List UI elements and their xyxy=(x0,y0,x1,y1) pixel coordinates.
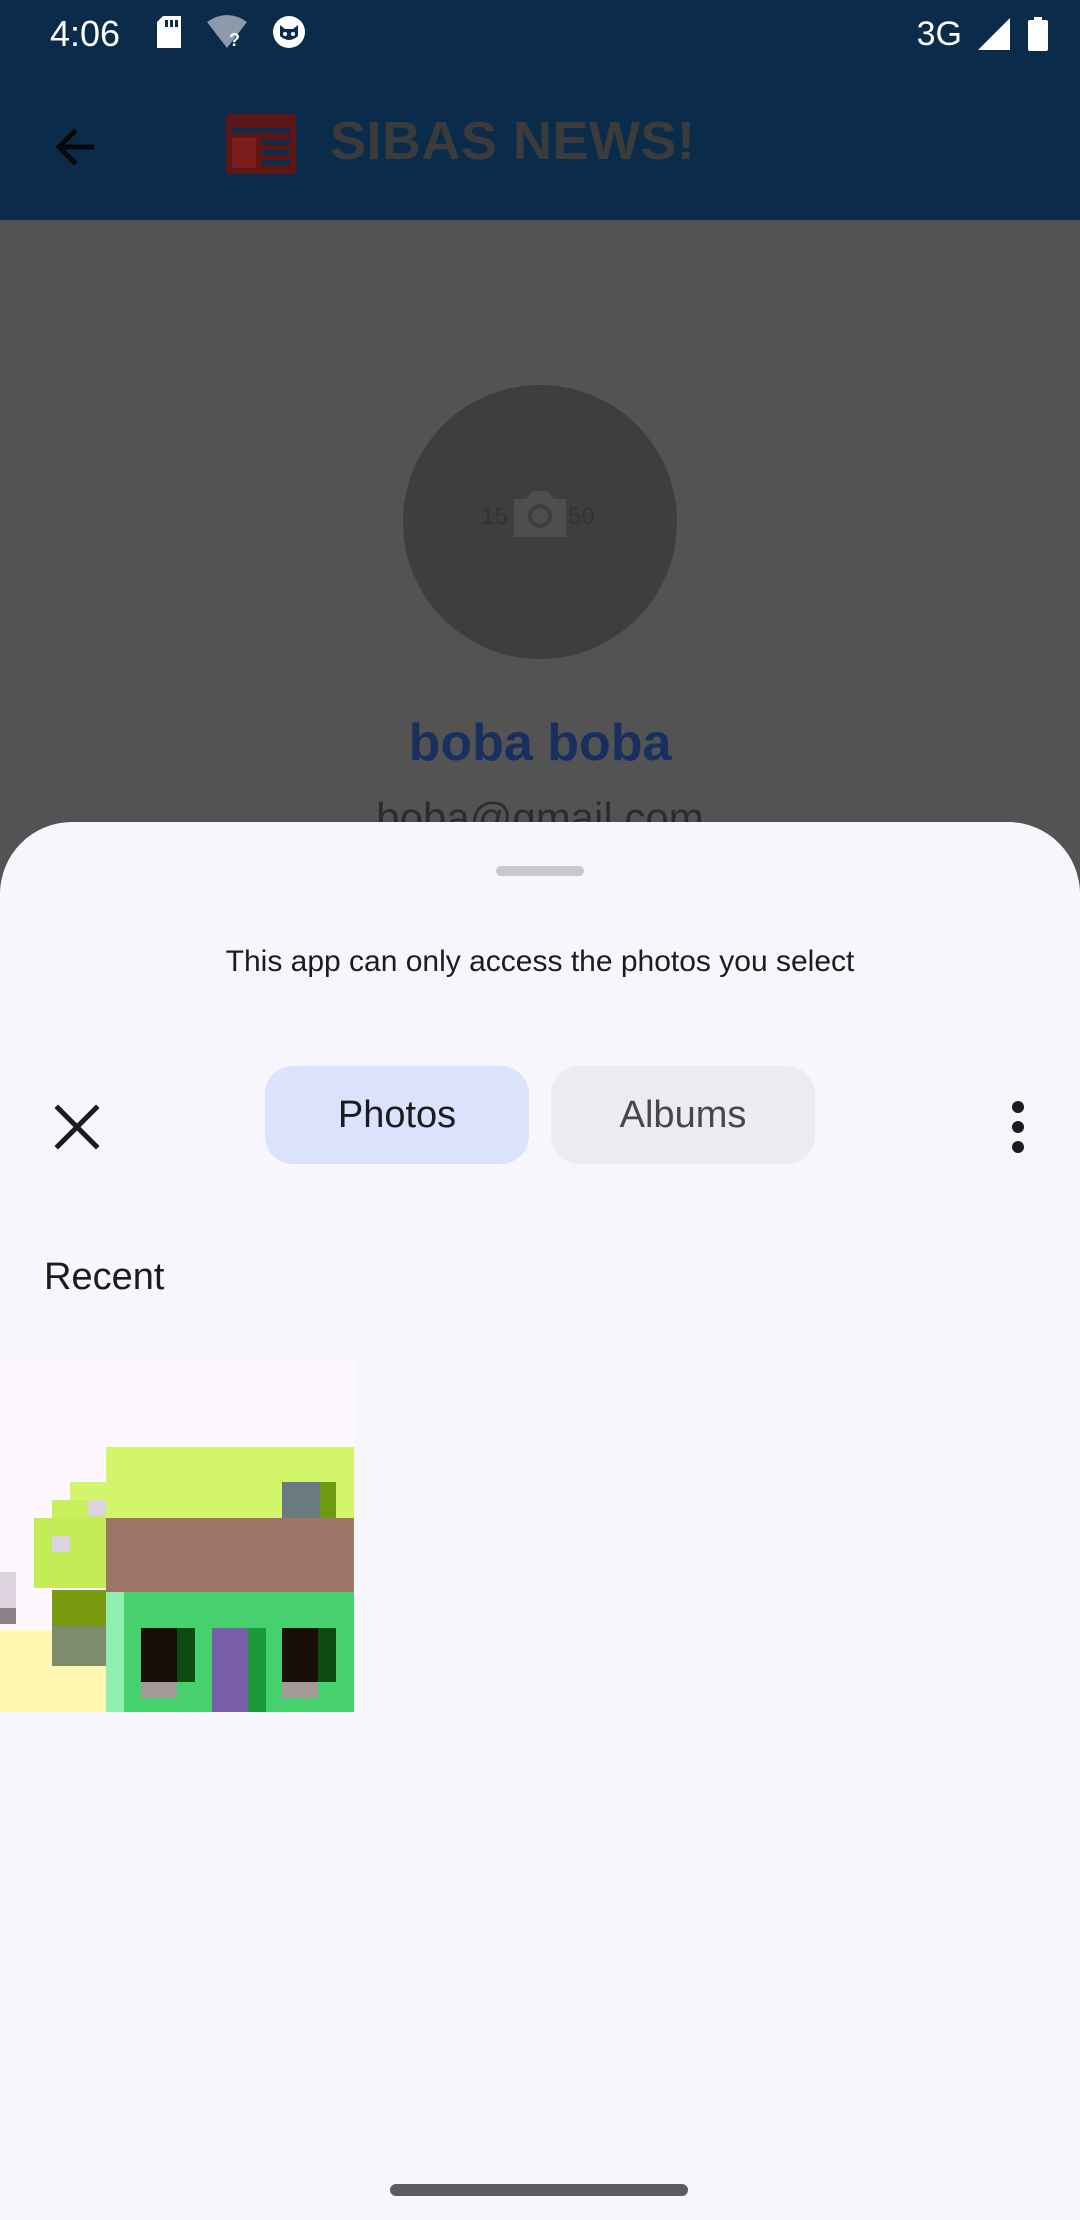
gesture-nav-handle[interactable] xyxy=(390,2184,688,2196)
sd-card-icon xyxy=(157,16,181,48)
newspaper-icon xyxy=(226,114,296,174)
signal-icon xyxy=(978,18,1010,50)
status-notification-icons: ? xyxy=(155,14,307,50)
thumb-speck xyxy=(88,1500,106,1516)
status-system-icons: 3G xyxy=(917,12,1050,56)
battery-icon xyxy=(1028,17,1048,51)
photo-thumbnail[interactable] xyxy=(0,1360,354,1712)
camera-icon xyxy=(514,491,566,537)
thumb-speck xyxy=(0,1572,16,1608)
profile-name: boba boba xyxy=(408,714,672,772)
close-icon[interactable] xyxy=(42,1092,112,1162)
thumb-window-right-side xyxy=(318,1628,336,1682)
thumb-eave xyxy=(106,1518,354,1592)
status-bar: 4:06 ? 3G xyxy=(0,0,1080,68)
section-title-recent: Recent xyxy=(44,1256,165,1298)
app-bar: SIBAS NEWS! xyxy=(0,68,1080,220)
thumb-door-side xyxy=(248,1628,266,1712)
thumb-bush-shade xyxy=(52,1626,106,1666)
avatar[interactable]: 15 50 xyxy=(403,385,677,659)
screen: 4:06 ? 3G SIBAS NEWS! 15 50 boba boba bo… xyxy=(0,0,1080,2220)
app-title: SIBAS NEWS! xyxy=(330,111,696,171)
network-type: 3G xyxy=(916,15,962,53)
thumb-window-left-sill xyxy=(141,1682,177,1698)
thumb-window-right-sill xyxy=(282,1682,318,1698)
avatar-height-label: 50 xyxy=(568,503,595,530)
thumb-roof-stair xyxy=(34,1518,106,1588)
status-time: 4:06 xyxy=(50,13,121,54)
photo-picker-sheet: This app can only access the photos you … xyxy=(0,822,1080,2220)
thumb-speck xyxy=(0,1608,16,1624)
picker-info-text: This app can only access the photos you … xyxy=(225,945,855,978)
tab-photos[interactable]: Photos xyxy=(265,1066,529,1164)
thumb-chimney-side xyxy=(320,1482,336,1518)
more-vert-icon[interactable] xyxy=(990,1092,1046,1162)
arrow-back-icon[interactable] xyxy=(40,112,110,182)
profile-section: 15 50 boba boba boba@gmail.com xyxy=(0,220,1080,920)
thumb-window-right xyxy=(282,1628,318,1682)
avatar-width-label: 15 xyxy=(481,503,508,530)
thumb-bush xyxy=(52,1590,106,1626)
svg-text:?: ? xyxy=(229,30,240,50)
thumb-wall-edge xyxy=(106,1592,124,1712)
wifi-unknown-icon: ? xyxy=(207,15,247,50)
thumb-window-left-side xyxy=(177,1628,195,1682)
debug-cat-icon xyxy=(273,16,305,48)
drag-handle[interactable] xyxy=(496,866,584,876)
thumb-chimney xyxy=(282,1482,320,1518)
thumb-speck xyxy=(52,1536,70,1552)
thumb-window-left xyxy=(141,1628,177,1682)
thumb-door xyxy=(212,1628,248,1712)
tab-albums[interactable]: Albums xyxy=(551,1066,815,1164)
